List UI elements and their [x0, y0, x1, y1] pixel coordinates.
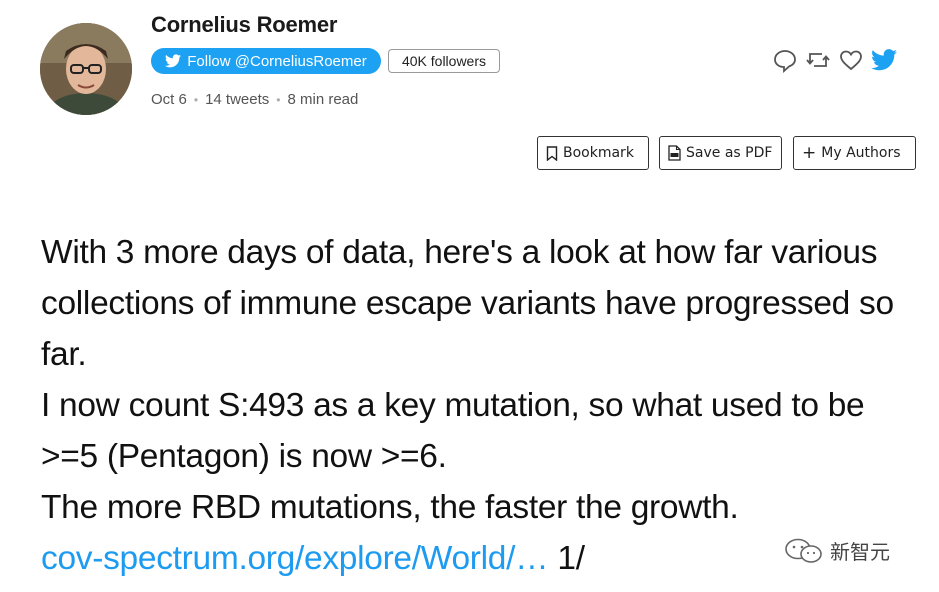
watermark-text: 新智元	[830, 542, 890, 564]
bookmark-button[interactable]: Bookmark	[537, 136, 649, 170]
twitter-icon[interactable]	[871, 47, 897, 73]
wechat-icon	[785, 538, 822, 563]
tweet-text: With 3 more days of data, here's a look …	[41, 227, 911, 584]
tweet-paragraph: With 3 more days of data, here's a look …	[41, 234, 894, 373]
bookmark-icon	[546, 145, 558, 161]
save-as-pdf-button[interactable]: Save as PDF	[659, 136, 782, 170]
bookmark-label: Bookmark	[563, 145, 634, 161]
twitter-bird-icon	[165, 54, 182, 68]
reply-icon[interactable]	[772, 47, 798, 73]
thread-index: 1/	[557, 540, 585, 577]
tweet-paragraph: The more RBD mutations, the faster the g…	[41, 489, 739, 526]
like-icon[interactable]	[838, 47, 864, 73]
tweet-count: 14 tweets	[205, 91, 270, 108]
save-as-pdf-label: Save as PDF	[686, 145, 773, 161]
retweet-icon[interactable]	[805, 47, 831, 73]
my-authors-label: My Authors	[821, 145, 901, 161]
follow-label: Follow @CorneliusRoemer	[187, 52, 367, 70]
avatar-image	[40, 23, 132, 115]
separator-dot: •	[276, 92, 281, 107]
watermark: 新智元	[784, 536, 890, 565]
post-date: Oct 6	[151, 91, 187, 108]
tweet-actions	[772, 47, 897, 73]
author-name[interactable]: Cornelius Roemer	[151, 12, 337, 38]
avatar[interactable]	[40, 23, 132, 115]
plus-icon: +	[802, 142, 817, 163]
my-authors-button[interactable]: + My Authors	[793, 136, 916, 170]
thread-meta: Oct 6 • 14 tweets • 8 min read	[151, 91, 358, 108]
read-time: 8 min read	[287, 91, 359, 108]
separator-dot: •	[193, 92, 199, 107]
tweet-paragraph: I now count S:493 as a key mutation, so …	[41, 387, 865, 475]
pdf-file-icon	[668, 145, 681, 161]
tweet-link-line: cov-spectrum.org/explore/World/… 1/	[41, 533, 911, 584]
followers-count-badge: 40K followers	[388, 49, 500, 73]
follow-button[interactable]: Follow @CorneliusRoemer	[151, 48, 381, 74]
tweet-link[interactable]: cov-spectrum.org/explore/World/…	[41, 540, 549, 577]
